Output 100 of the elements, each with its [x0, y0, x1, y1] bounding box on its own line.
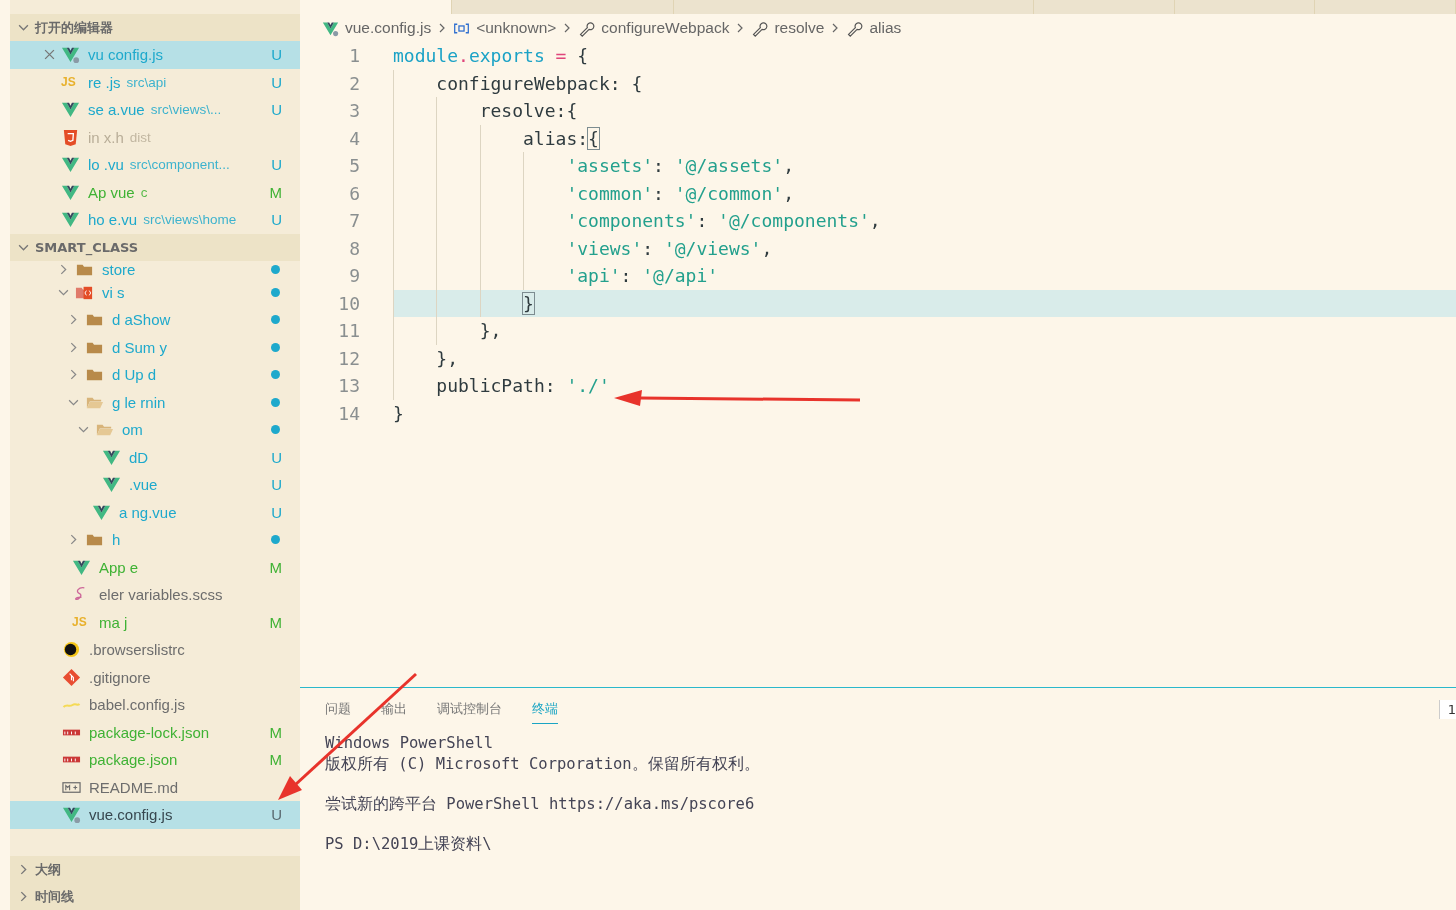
- file-name: ho e.vu: [88, 211, 138, 229]
- editor-tab[interactable]: [300, 0, 452, 14]
- line-number: 8: [348, 237, 360, 259]
- browserslist-icon: [62, 640, 81, 660]
- file-path: src\api: [126, 74, 167, 90]
- line-number: 11: [337, 320, 360, 342]
- file-name: babel.config.js: [89, 696, 185, 714]
- babel-icon: [62, 701, 81, 708]
- git-status: U: [271, 211, 282, 229]
- code-token: publicPath:: [436, 375, 557, 397]
- section-header[interactable]: 打开的编辑器: [10, 14, 300, 41]
- git-status: U: [271, 73, 282, 91]
- terminal-selector[interactable]: 1: [1438, 700, 1456, 719]
- tree-item[interactable]: App e M: [10, 553, 300, 581]
- file-name: package.json: [89, 751, 178, 769]
- git-status: M: [269, 183, 282, 201]
- panel-tab[interactable]: 调试控制台: [437, 700, 502, 724]
- line-number: 1: [348, 45, 360, 67]
- tree-item[interactable]: d Up d: [10, 361, 300, 389]
- file-path: src\component...: [129, 157, 230, 173]
- code-token: '@/views': [663, 237, 762, 259]
- section-header[interactable]: 大纲: [10, 856, 300, 883]
- tree-item[interactable]: vue.config.js U: [10, 801, 300, 829]
- vue-icon: [102, 475, 121, 495]
- file-name: dD: [129, 448, 149, 466]
- breadcrumb[interactable]: <unknown>: [476, 19, 557, 37]
- file-name: se a.vue: [88, 101, 145, 119]
- wrench-icon: [578, 19, 596, 37]
- file-name: d aShow: [112, 311, 171, 329]
- file-name: d Sum y: [112, 338, 168, 356]
- file-name: vue.config.js: [89, 806, 173, 824]
- tree-item[interactable]: JS ma j M: [10, 608, 300, 636]
- breadcrumb[interactable]: alias: [869, 19, 902, 37]
- code-token: ,: [869, 210, 881, 232]
- js-icon: JS: [72, 615, 91, 630]
- section-header[interactable]: 时间线: [10, 883, 300, 910]
- file-name: README.md: [89, 778, 179, 796]
- code-token: :: [653, 155, 665, 177]
- breadcrumb[interactable]: vue.config.js: [345, 19, 432, 37]
- file-name: in x.h: [88, 128, 124, 146]
- file-name: Ap vue: [88, 183, 135, 201]
- git-status: U: [271, 46, 282, 64]
- open-editor-item[interactable]: JS re .js src\api U: [10, 68, 300, 96]
- line-number: 4: [348, 127, 360, 149]
- line-number: 7: [348, 210, 360, 232]
- tree-item[interactable]: package-lock.json M: [10, 718, 300, 746]
- section-header[interactable]: SMART_CLASS: [10, 233, 300, 261]
- line-number: 3: [348, 100, 360, 122]
- git-status: U: [271, 476, 282, 494]
- git-icon: [62, 667, 81, 687]
- tree-item[interactable]: .browserslistrc: [10, 636, 300, 664]
- tree-item[interactable]: .gitignore: [10, 663, 300, 691]
- code-token: 'views': [566, 237, 643, 259]
- code-token: '@/api': [642, 265, 719, 287]
- tree-item[interactable]: g le rnin: [10, 388, 300, 416]
- chevron-icon: [18, 22, 29, 33]
- code-token: =: [554, 45, 568, 67]
- file-name: eler variables.scss: [99, 586, 223, 604]
- breadcrumb[interactable]: configureWebpack: [601, 19, 730, 37]
- git-status: U: [271, 156, 282, 174]
- tree-item[interactable]: h: [10, 526, 300, 554]
- tree-item[interactable]: om: [10, 416, 300, 444]
- line-number: 12: [337, 347, 360, 369]
- panel-tab[interactable]: 终端: [532, 700, 558, 724]
- tree-item[interactable]: README.md: [10, 773, 300, 801]
- tree-item[interactable]: d aShow: [10, 306, 300, 334]
- tree-item[interactable]: store: [10, 260, 300, 279]
- file-name: .gitignore: [89, 668, 151, 686]
- file-name: .vue: [129, 476, 158, 494]
- file-name: ma j: [99, 613, 128, 631]
- file-name: .browserslistrc: [89, 641, 185, 659]
- line-number: 2: [348, 72, 360, 94]
- tree-item[interactable]: eler variables.scss: [10, 581, 300, 609]
- open-editor-item[interactable]: lo .vu src\component... U: [10, 151, 300, 179]
- code-token: },: [436, 347, 459, 369]
- code-token: 'common': [566, 182, 654, 204]
- wrench-icon: [751, 19, 769, 37]
- file-name: h: [112, 531, 121, 549]
- tree-item[interactable]: vi s: [10, 278, 300, 306]
- wrench-icon: [846, 19, 864, 37]
- open-editor-item[interactable]: se a.vue src\views\... U: [10, 96, 300, 124]
- tree-item[interactable]: babel.config.js: [10, 691, 300, 719]
- tree-item[interactable]: dD U: [10, 443, 300, 471]
- git-status: M: [269, 558, 282, 576]
- file-name: package-lock.json: [89, 723, 210, 741]
- open-editor-item[interactable]: Ap vue c M: [10, 178, 300, 206]
- panel-tab[interactable]: 问题: [325, 700, 351, 724]
- vue-gear-icon: [62, 805, 81, 825]
- open-editor-item[interactable]: vu config.js U: [10, 41, 300, 69]
- tree-item[interactable]: package.json M: [10, 746, 300, 774]
- close-icon[interactable]: [44, 49, 55, 61]
- tree-item[interactable]: d Sum y: [10, 333, 300, 361]
- tree-item[interactable]: .vue U: [10, 471, 300, 499]
- open-editor-item[interactable]: ho e.vu src\views\home U: [10, 206, 300, 234]
- tree-item[interactable]: a ng.vue U: [10, 498, 300, 526]
- git-status: U: [271, 503, 282, 521]
- chevron-icon: [18, 891, 29, 902]
- breadcrumb[interactable]: resolve: [774, 19, 825, 37]
- file-name: store: [102, 261, 136, 278]
- code-token: exports: [468, 45, 545, 67]
